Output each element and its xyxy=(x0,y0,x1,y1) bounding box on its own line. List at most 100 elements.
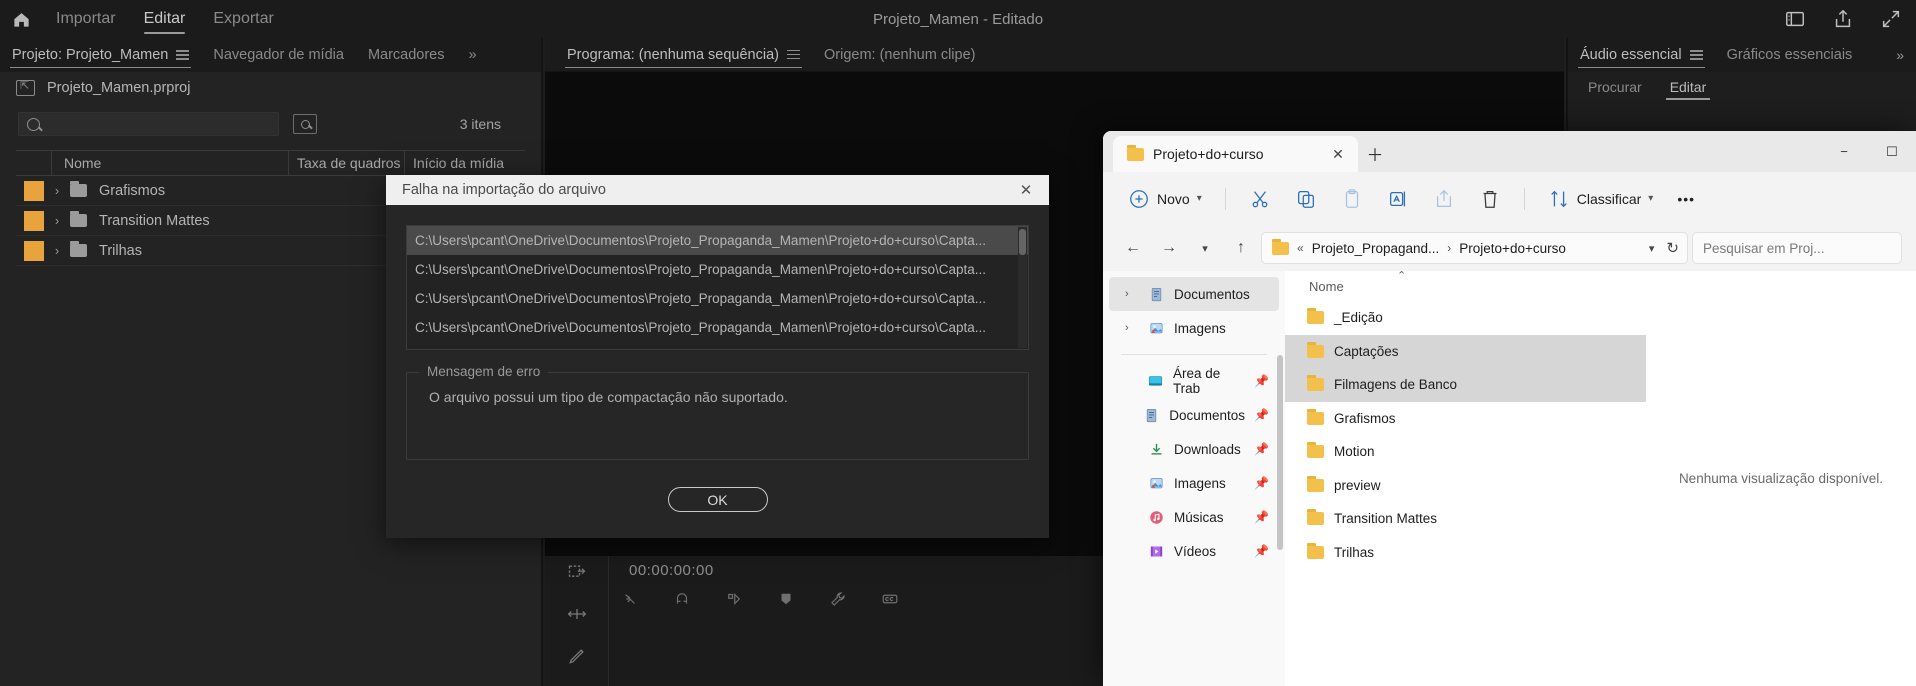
minimize-icon[interactable]: − xyxy=(1820,131,1868,172)
list-item[interactable]: Grafismos xyxy=(1285,402,1646,436)
home-icon[interactable] xyxy=(0,10,42,29)
chevron-right-icon[interactable]: › xyxy=(1125,322,1139,334)
tab-audio-essencial[interactable]: Áudio essencial xyxy=(1568,38,1715,72)
list-item[interactable]: preview xyxy=(1285,469,1646,503)
column-inicio-da-midia[interactable]: Início da mídia xyxy=(405,151,525,175)
subtab-editar[interactable]: Editar xyxy=(1664,72,1713,102)
close-icon[interactable]: ✕ xyxy=(1326,142,1350,166)
failed-paths-list[interactable]: C:\Users\pcant\OneDrive\Documentos\Proje… xyxy=(406,225,1029,350)
nav-scrollbar[interactable] xyxy=(1277,355,1283,550)
list-item[interactable]: C:\Users\pcant\OneDrive\Documentos\Proje… xyxy=(407,255,1028,284)
tab-projeto[interactable]: Projeto: Projeto_Mamen xyxy=(0,38,201,72)
copy-button[interactable] xyxy=(1284,182,1328,216)
breadcrumb-overflow[interactable]: « xyxy=(1297,241,1304,255)
nav-item-documentos[interactable]: Documentos 📌 xyxy=(1109,398,1279,432)
scrollbar-thumb[interactable] xyxy=(1019,229,1026,255)
cut-button[interactable] xyxy=(1238,182,1282,216)
list-item[interactable]: Trilhas xyxy=(1285,536,1646,570)
sort-button[interactable]: Classificar ▾ xyxy=(1537,182,1665,216)
panel-menu-icon[interactable] xyxy=(1689,48,1703,63)
column-taxa-de-quadros[interactable]: Taxa de quadros xyxy=(289,151,405,175)
chevron-right-icon[interactable]: › xyxy=(44,243,70,258)
close-icon[interactable]: ✕ xyxy=(1013,177,1039,203)
list-item[interactable]: _Edição xyxy=(1285,301,1646,335)
nav-tab-exportar[interactable]: Exportar xyxy=(199,0,287,38)
find-button[interactable] xyxy=(293,114,317,134)
magnet-icon[interactable] xyxy=(673,590,691,608)
nav-item-musicas[interactable]: Músicas 📌 xyxy=(1109,500,1279,534)
right-tabs-overflow[interactable]: » xyxy=(1896,47,1916,63)
ok-button[interactable]: OK xyxy=(667,487,768,512)
column-nome[interactable]: Nome xyxy=(1309,279,1344,294)
recent-locations-icon[interactable]: ▾ xyxy=(1189,232,1221,264)
nav-item-imagens-tree[interactable]: › Imagens xyxy=(1109,311,1279,345)
nav-item-imagens[interactable]: Imagens 📌 xyxy=(1109,466,1279,500)
chevron-right-icon[interactable]: › xyxy=(44,183,70,198)
tab-navegador-de-midia[interactable]: Navegador de mídia xyxy=(201,38,356,72)
closed-caption-icon[interactable] xyxy=(881,590,899,608)
explorer-tab[interactable]: Projeto+do+curso ✕ xyxy=(1113,136,1358,172)
breadcrumb-crumb-2[interactable]: Projeto+do+curso xyxy=(1459,241,1566,256)
nav-item-area-de-trabalho[interactable]: Área de Trab 📌 xyxy=(1109,364,1279,398)
chevron-down-icon[interactable]: ▾ xyxy=(1649,242,1655,255)
project-file-row[interactable]: Projeto_Mamen.prproj xyxy=(0,72,541,104)
pin-icon[interactable]: 📌 xyxy=(1254,510,1269,524)
list-scrollbar[interactable] xyxy=(1018,227,1027,348)
nav-item-videos[interactable]: Vídeos 📌 xyxy=(1109,534,1279,568)
list-item[interactable]: C:\Users\pcant\OneDrive\Documentos\Proje… xyxy=(407,313,1028,342)
move-icon[interactable] xyxy=(567,604,587,624)
subtab-procurar[interactable]: Procurar xyxy=(1582,72,1648,102)
project-tabs-overflow[interactable]: » xyxy=(457,38,489,72)
export-frame-icon[interactable] xyxy=(567,562,587,582)
pen-icon[interactable] xyxy=(567,646,587,666)
new-button[interactable]: Novo ▾ xyxy=(1117,182,1213,216)
pin-icon[interactable]: 📌 xyxy=(1254,442,1269,456)
delete-button[interactable] xyxy=(1468,182,1512,216)
rename-button[interactable] xyxy=(1376,182,1420,216)
tab-graficos-essenciais[interactable]: Gráficos essenciais xyxy=(1715,38,1865,72)
parent-bin-icon[interactable] xyxy=(16,79,35,96)
nav-tab-importar[interactable]: Importar xyxy=(42,0,130,38)
maximize-icon[interactable]: ☐ xyxy=(1868,131,1916,172)
list-item[interactable]: C:\Users\pcant\OneDrive\Documentos\Proje… xyxy=(407,226,1028,255)
tab-origem[interactable]: Origem: (nenhum clipe) xyxy=(812,38,988,72)
marker-icon[interactable] xyxy=(777,590,795,608)
fullscreen-icon[interactable] xyxy=(1880,8,1902,30)
workspace-panel-icon[interactable] xyxy=(1784,8,1806,30)
pin-icon[interactable]: 📌 xyxy=(1254,374,1269,388)
chevron-right-icon[interactable]: › xyxy=(44,213,70,228)
breadcrumb[interactable]: « Projeto_Propagand... › Projeto+do+curs… xyxy=(1261,232,1688,264)
pin-icon[interactable]: 📌 xyxy=(1254,408,1269,422)
timecode[interactable]: 00:00:00:00 xyxy=(629,562,714,579)
back-arrow-icon[interactable]: ← xyxy=(1117,232,1149,264)
list-item[interactable]: Filmagens de Banco xyxy=(1285,368,1646,402)
list-column-header[interactable]: ⌃ Nome xyxy=(1285,270,1646,301)
share-export-icon[interactable] xyxy=(1832,8,1854,30)
up-arrow-icon[interactable]: ↑ xyxy=(1225,232,1257,264)
search-input[interactable] xyxy=(18,112,279,136)
forward-arrow-icon[interactable]: → xyxy=(1153,232,1185,264)
list-item[interactable]: Transition Mattes xyxy=(1285,502,1646,536)
tab-marcadores[interactable]: Marcadores xyxy=(356,38,457,72)
pin-icon[interactable]: 📌 xyxy=(1254,476,1269,490)
panel-menu-icon[interactable] xyxy=(176,48,190,63)
tab-programa[interactable]: Programa: (nenhuma sequência) xyxy=(555,38,812,72)
more-options-button[interactable]: ••• xyxy=(1666,182,1706,216)
panel-menu-icon[interactable] xyxy=(786,47,800,62)
wrench-settings-icon[interactable] xyxy=(829,590,847,608)
list-item[interactable]: Captações xyxy=(1285,334,1646,368)
list-item[interactable]: Motion xyxy=(1285,435,1646,469)
nav-tab-editar[interactable]: Editar xyxy=(130,0,200,38)
search-input[interactable]: Pesquisar em Proj... xyxy=(1692,232,1902,264)
snap-off-icon[interactable] xyxy=(621,590,639,608)
chevron-right-icon[interactable]: › xyxy=(1125,288,1139,300)
nav-item-downloads[interactable]: Downloads 📌 xyxy=(1109,432,1279,466)
list-item[interactable]: C:\Users\pcant\OneDrive\Documentos\Proje… xyxy=(407,284,1028,313)
breadcrumb-crumb-1[interactable]: Projeto_Propagand... xyxy=(1312,241,1440,256)
plus-icon[interactable]: ＋ xyxy=(1358,136,1392,170)
pin-icon[interactable]: 📌 xyxy=(1254,544,1269,558)
linked-selection-icon[interactable] xyxy=(725,590,743,608)
nav-item-documentos-tree[interactable]: › Documentos xyxy=(1109,277,1279,311)
refresh-icon[interactable]: ↻ xyxy=(1666,239,1679,257)
list-item[interactable]: C:\Users\pcant\OneDrive\Documentos\Proje… xyxy=(407,342,1028,349)
